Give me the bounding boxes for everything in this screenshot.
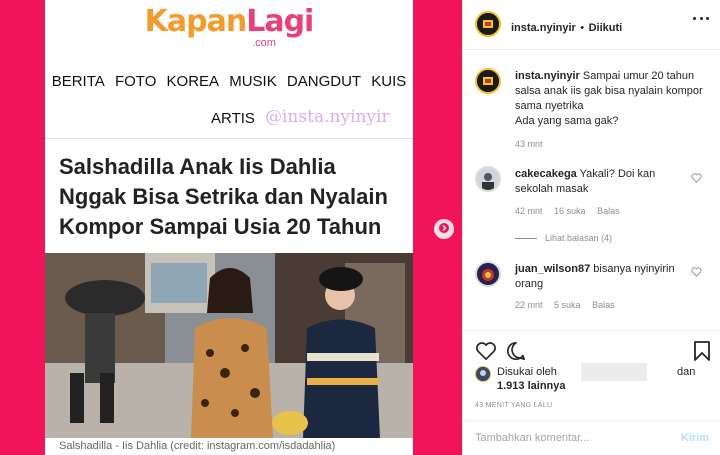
post-header: insta.nyinyir • Diikuti [463, 0, 720, 50]
nav-item-artis: ARTIS [211, 110, 255, 127]
comment-avatar[interactable] [475, 166, 501, 192]
photo-caption: Salshadilla - Iis Dahlia (credit: instag… [59, 440, 336, 452]
caption-username[interactable]: insta.nyinyir [515, 70, 580, 82]
post-author-username[interactable]: insta.nyinyir [511, 22, 576, 34]
article-nav: BERITA FOTO KOREA MUSIK DANGDUT KUIS [45, 72, 413, 92]
comment-input[interactable]: Tambahkan komentar... [475, 432, 589, 444]
logo-domain: .com [252, 37, 276, 49]
comment-username[interactable]: juan_wilson87 [515, 263, 590, 275]
comment-meta: 42 mnt 16 suka Balas [515, 206, 629, 216]
reply-button[interactable]: Balas [592, 300, 615, 310]
caption-meta: 43 mnt [515, 139, 552, 149]
likes-count[interactable]: 1.913 lainnya [497, 380, 566, 392]
kapanlagi-logo: KapanLagi .com [45, 4, 413, 49]
caption-time[interactable]: 43 mnt [515, 139, 543, 149]
post-side-panel: insta.nyinyir • Diikuti insta.nyinyir Sa… [462, 0, 720, 455]
logo-part-lagi: Lagi [246, 4, 314, 39]
article-screenshot: KapanLagi .com BERITA FOTO KOREA MUSIK D… [45, 0, 413, 455]
post-caption: insta.nyinyir Sampai umur 20 tahun salsa… [515, 69, 711, 129]
article-photo [45, 253, 413, 438]
comment-time[interactable]: 22 mnt [515, 300, 543, 310]
nav-item-foto: FOTO [114, 73, 157, 90]
like-comment-heart-icon[interactable] [691, 173, 702, 183]
nav-item-berita: BERITA [51, 73, 105, 90]
post-media[interactable]: KapanLagi .com BERITA FOTO KOREA MUSIK D… [0, 0, 462, 455]
liker-avatar[interactable] [475, 366, 491, 382]
separator-dot: • [580, 22, 585, 34]
liked-by-prefix: Disukai oleh [497, 366, 557, 378]
add-comment-bar: Tambahkan komentar... Kirim [463, 420, 720, 455]
post-timestamp[interactable]: 43 MENIT YANG LALU [475, 402, 552, 409]
comment-avatar[interactable] [475, 261, 501, 287]
blurred-username [581, 363, 647, 381]
watermark-text: @insta.nyinyir [265, 107, 390, 127]
comment-bubble-icon[interactable] [505, 341, 527, 361]
next-image-button[interactable] [434, 219, 454, 239]
more-options-icon[interactable] [693, 17, 709, 21]
reply-button[interactable]: Balas [597, 206, 620, 216]
view-replies-button[interactable]: Lihat balasan (4) [515, 233, 612, 243]
liked-by-connector: dan [677, 366, 696, 378]
caption-avatar[interactable] [475, 68, 501, 94]
nav-item-dangdut: DANGDUT [286, 73, 362, 90]
comment-text: cakecakega Yakali? Doi kan sekolah masak [515, 167, 685, 197]
send-comment-button[interactable]: Kirim [681, 432, 709, 444]
nav-item-kuis: KUIS [371, 73, 407, 90]
comment-likes[interactable]: 16 suka [554, 206, 586, 216]
like-comment-heart-icon[interactable] [691, 267, 702, 277]
bookmark-icon[interactable] [693, 340, 711, 362]
logo-part-kapan: Kapan [144, 4, 248, 39]
view-replies-label: Lihat balasan (4) [545, 233, 613, 243]
nav-item-korea: KOREA [166, 73, 220, 90]
replies-line [515, 237, 537, 239]
chevron-right-icon [439, 220, 449, 238]
avatar[interactable] [475, 11, 501, 37]
article-divider [45, 138, 413, 139]
comment-text: juan_wilson87 bisanya nyinyirin orang [515, 262, 685, 292]
comment-meta: 22 mnt 5 suka Balas [515, 300, 624, 310]
comment-time[interactable]: 42 mnt [515, 206, 543, 216]
nav-item-musik: MUSIK [229, 73, 277, 90]
caption-text-2: Ada yang sama gak? [515, 115, 619, 127]
article-headline: Salshadilla Anak Iis Dahlia Nggak Bisa S… [59, 154, 388, 239]
comment-likes[interactable]: 5 suka [554, 300, 581, 310]
instagram-post-view: KapanLagi .com BERITA FOTO KOREA MUSIK D… [0, 0, 720, 455]
heart-icon[interactable] [475, 341, 497, 361]
following-status[interactable]: Diikuti [589, 22, 623, 34]
comment-username[interactable]: cakecakega [515, 168, 577, 180]
